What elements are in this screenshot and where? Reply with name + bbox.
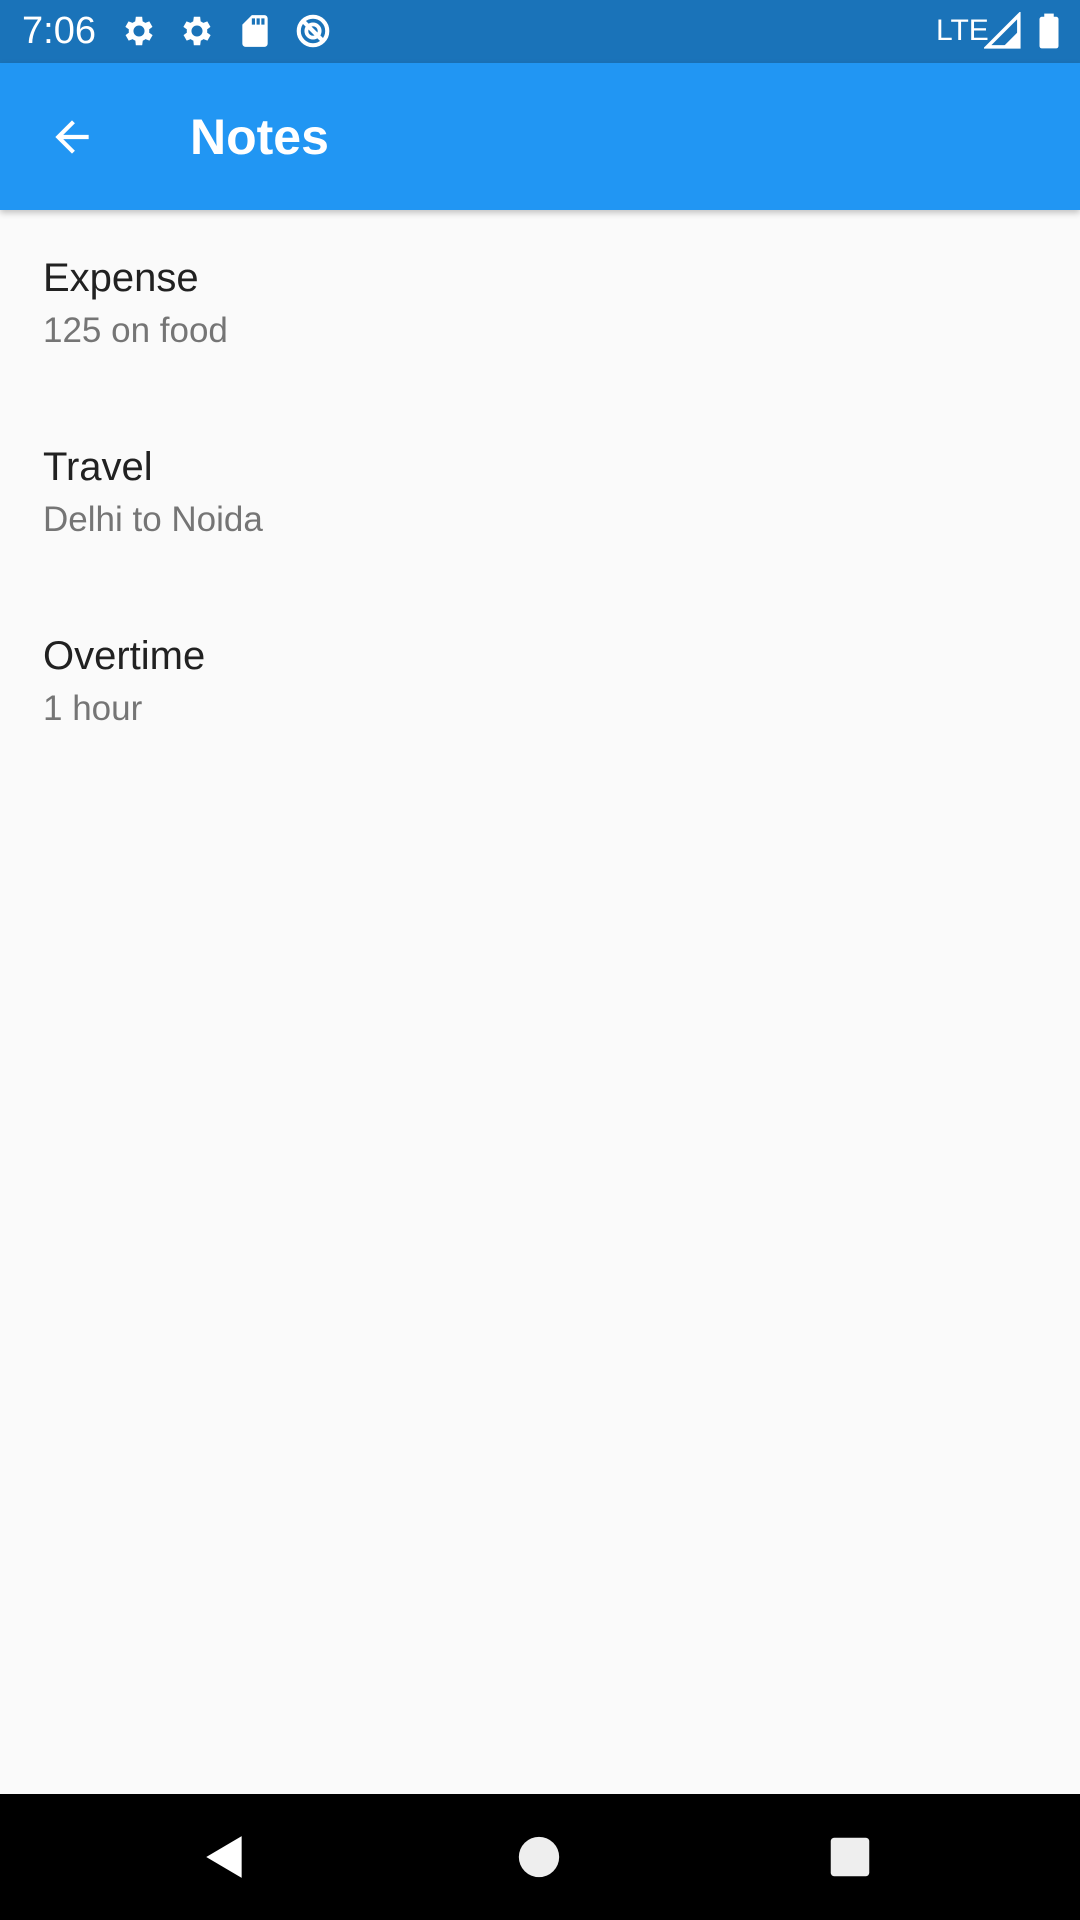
list-item[interactable]: Travel Delhi to Noida — [0, 399, 1080, 588]
page-title: Notes — [190, 109, 329, 165]
list-item[interactable]: Expense 125 on food — [0, 210, 1080, 399]
sd-card-icon — [236, 12, 274, 50]
network-type: LTE — [936, 14, 989, 47]
home-circle-icon — [518, 1836, 560, 1878]
note-title: Expense — [43, 256, 199, 300]
note-subtitle: Delhi to Noida — [43, 500, 263, 539]
note-subtitle: 1 hour — [43, 689, 143, 728]
nav-home-button[interactable] — [504, 1822, 574, 1892]
status-time: 7:06 — [22, 10, 96, 52]
gear-icon — [178, 12, 216, 50]
screen: 7:06 LTE Notes Expense 125 on food Trave… — [0, 0, 1080, 1920]
notes-list: Expense 125 on food Travel Delhi to Noid… — [0, 210, 1080, 777]
back-button[interactable] — [38, 103, 106, 171]
note-subtitle: 125 on food — [43, 311, 228, 350]
list-item[interactable]: Overtime 1 hour — [0, 588, 1080, 777]
do-not-disturb-icon — [294, 12, 332, 50]
signal-icon — [984, 12, 1022, 50]
arrow-left-icon — [55, 120, 89, 154]
back-triangle-icon — [206, 1836, 242, 1878]
battery-icon — [1030, 12, 1068, 50]
note-title: Overtime — [43, 634, 206, 678]
note-title: Travel — [43, 445, 153, 489]
navigation-bar — [0, 1794, 1080, 1920]
app-bar: Notes — [0, 63, 1080, 210]
nav-back-button[interactable] — [190, 1822, 260, 1892]
recents-square-icon — [830, 1837, 870, 1877]
status-bar: 7:06 LTE — [0, 0, 1080, 63]
gear-icon — [120, 12, 158, 50]
nav-recents-button[interactable] — [815, 1822, 885, 1892]
